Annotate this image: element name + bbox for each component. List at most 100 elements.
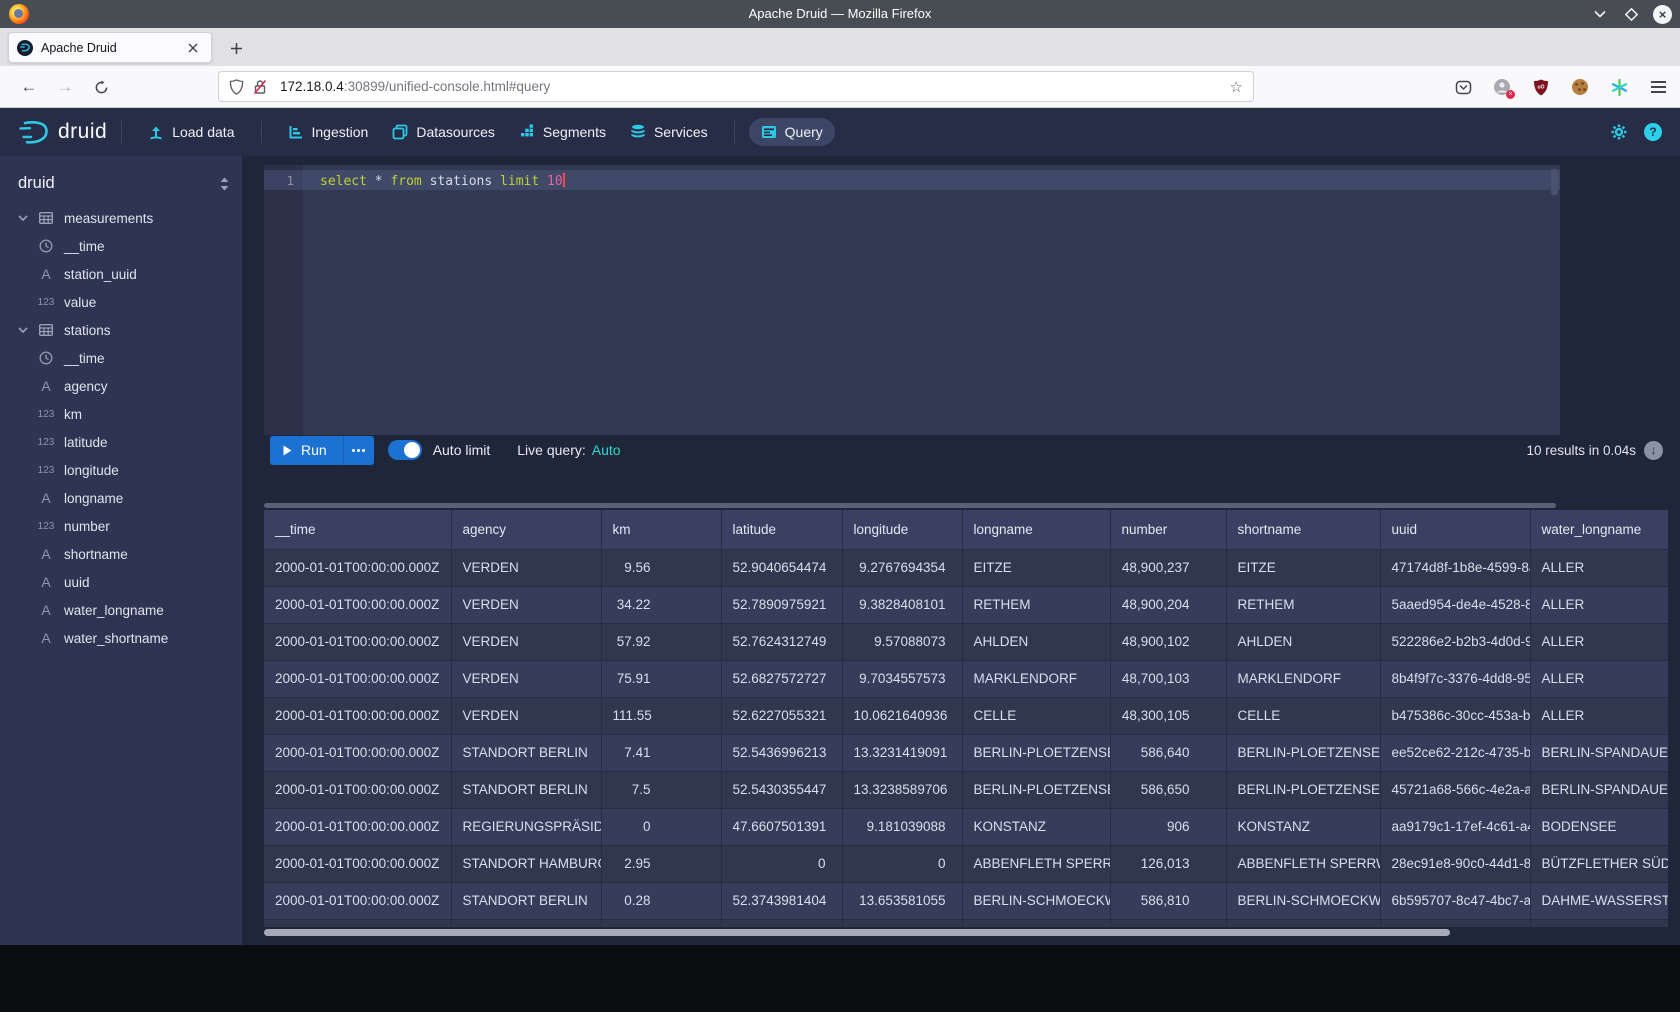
cell-agency[interactable]: REGIERUNGSPRÄSIDIUM — [451, 808, 601, 845]
cell-water-longname[interactable]: ALLER — [1530, 623, 1668, 660]
cell-water-longname[interactable]: ALLER — [1530, 697, 1668, 734]
cell-water-longname[interactable]: ALLER — [1530, 586, 1668, 623]
extension-asterisk-icon[interactable] — [1609, 77, 1629, 97]
shield-icon[interactable] — [229, 79, 244, 95]
schema-item-longname[interactable]: Alongname — [0, 484, 242, 512]
cell-shortname[interactable]: RETHEM — [1226, 586, 1380, 623]
download-icon[interactable]: ↓ — [1644, 441, 1663, 460]
column-header-water-longname[interactable]: water_longname — [1530, 510, 1668, 549]
column-header-longitude[interactable]: longitude — [842, 510, 962, 549]
tab-close-icon[interactable] — [183, 38, 203, 58]
cookie-icon[interactable] — [1570, 77, 1590, 97]
cell-shortname[interactable]: AHLDEN — [1226, 623, 1380, 660]
column-header-latitude[interactable]: latitude — [721, 510, 842, 549]
pocket-icon[interactable] — [1453, 77, 1473, 97]
schema-item-agency[interactable]: Aagency — [0, 372, 242, 400]
cell-water-longname[interactable]: BÜTZFLETHER SÜDERE — [1530, 845, 1668, 882]
cell---time[interactable]: 2000-01-01T00:00:00.000Z — [264, 808, 451, 845]
cell---time[interactable]: 2000-01-01T00:00:00.000Z — [264, 549, 451, 586]
cell-number[interactable]: 586,640 — [1110, 734, 1226, 771]
cell-uuid[interactable]: 6b595707-8c47-4bc7-a8 — [1380, 882, 1530, 919]
settings-gear-icon[interactable] — [1610, 123, 1628, 141]
cell-latitude[interactable]: 52.5430355447 — [721, 771, 842, 808]
cell-longname[interactable]: MARKLENDORF — [962, 660, 1110, 697]
column-header-km[interactable]: km — [601, 510, 721, 549]
cell-agency[interactable]: VERDEN — [451, 623, 601, 660]
run-more-button[interactable] — [343, 436, 374, 465]
cell-water-longname[interactable]: BERLIN-SPANDAUER-S — [1530, 771, 1668, 808]
cell-number[interactable]: 586,650 — [1110, 771, 1226, 808]
help-icon[interactable]: ? — [1644, 123, 1662, 141]
schema-item-shortname[interactable]: Ashortname — [0, 540, 242, 568]
cell-longitude[interactable]: 13.3231419091 — [842, 734, 962, 771]
cell-number[interactable]: 126,013 — [1110, 845, 1226, 882]
cell-shortname[interactable]: EITZE — [1226, 549, 1380, 586]
cell-longname[interactable]: RETHEM — [962, 586, 1110, 623]
cell-number[interactable]: 48,900,204 — [1110, 586, 1226, 623]
cell-longname[interactable]: BERLIN-PLOETZENSEE U — [962, 771, 1110, 808]
cell-uuid[interactable]: ee52ce62-212c-4735-b4 — [1380, 734, 1530, 771]
schema-item-uuid[interactable]: Auuid — [0, 568, 242, 596]
cell-shortname[interactable]: BERLIN-SCHMOECKWITZ — [1226, 882, 1380, 919]
cell-longname[interactable]: BERLIN-PLOETZENSEE C — [962, 734, 1110, 771]
cell-shortname[interactable]: BERLIN-PLOETZENSEE C — [1226, 734, 1380, 771]
cell-agency[interactable]: VERDEN — [451, 697, 601, 734]
column-header-agency[interactable]: agency — [451, 510, 601, 549]
column-header---time[interactable]: __time — [264, 510, 451, 549]
cell-latitude[interactable]: 52.6827572727 — [721, 660, 842, 697]
run-button[interactable]: Run — [270, 436, 343, 465]
schema-item-km[interactable]: 123km — [0, 400, 242, 428]
cell-latitude[interactable]: 0 — [721, 845, 842, 882]
cell-uuid[interactable]: b475386c-30cc-453a-b3 — [1380, 697, 1530, 734]
cell-water-longname[interactable]: BODENSEE — [1530, 808, 1668, 845]
cell---time[interactable]: 2000-01-01T00:00:00.000Z — [264, 771, 451, 808]
cell-uuid[interactable]: 8b4f9f7c-3376-4dd8-95c — [1380, 660, 1530, 697]
insecure-lock-icon[interactable] — [253, 79, 267, 95]
nav-item-load-data[interactable]: Load data — [136, 118, 246, 146]
cell-km[interactable]: 0 — [601, 808, 721, 845]
cell-longitude[interactable]: 9.2767694354 — [842, 549, 962, 586]
editor-scrollbar[interactable] — [1551, 169, 1558, 195]
cell---time[interactable]: 2000-01-01T00:00:00.000Z — [264, 882, 451, 919]
schema-item-water-shortname[interactable]: Awater_shortname — [0, 624, 242, 652]
cell-uuid[interactable]: 47174d8f-1b8e-4599-8a — [1380, 549, 1530, 586]
schema-item---time[interactable]: __time — [0, 232, 242, 260]
back-button[interactable]: ← — [16, 74, 42, 100]
menu-icon[interactable] — [1648, 77, 1668, 97]
cell-longname[interactable]: CELLE — [962, 697, 1110, 734]
cell-km[interactable]: 9.56 — [601, 549, 721, 586]
reload-button[interactable] — [88, 74, 114, 100]
horizontal-scrollbar[interactable] — [264, 929, 1450, 936]
cell-longitude[interactable]: 0 — [842, 845, 962, 882]
cell-km[interactable]: 7.5 — [601, 771, 721, 808]
cell---time[interactable]: 2000-01-01T00:00:00.000Z — [264, 660, 451, 697]
cell-latitude[interactable]: 52.5436996213 — [721, 734, 842, 771]
cell-longitude[interactable]: 13.653581055 — [842, 882, 962, 919]
forward-button[interactable]: → — [52, 74, 78, 100]
cell-shortname[interactable]: CELLE — [1226, 697, 1380, 734]
schema-item-water-longname[interactable]: Awater_longname — [0, 596, 242, 624]
cell-shortname[interactable]: ABBENFLETH SPERRWER — [1226, 845, 1380, 882]
cell-km[interactable]: 2.95 — [601, 845, 721, 882]
column-header-number[interactable]: number — [1110, 510, 1226, 549]
cell-latitude[interactable]: 52.7890975921 — [721, 586, 842, 623]
minimize-icon[interactable] — [1591, 5, 1609, 23]
column-header-shortname[interactable]: shortname — [1226, 510, 1380, 549]
bookmark-star-icon[interactable]: ☆ — [1230, 78, 1243, 96]
cell-number[interactable]: 906 — [1110, 808, 1226, 845]
cell-longitude[interactable]: 9.7034557573 — [842, 660, 962, 697]
column-header-uuid[interactable]: uuid — [1380, 510, 1530, 549]
cell---time[interactable]: 2000-01-01T00:00:00.000Z — [264, 586, 451, 623]
cell-water-longname[interactable]: ALLER — [1530, 549, 1668, 586]
cell-latitude[interactable]: 47.6607501391 — [721, 808, 842, 845]
cell---time[interactable]: 2000-01-01T00:00:00.000Z — [264, 845, 451, 882]
cell-shortname[interactable]: MARKLENDORF — [1226, 660, 1380, 697]
nav-item-datasources[interactable]: Datasources — [380, 118, 507, 146]
cell-longitude[interactable]: 9.181039088 — [842, 808, 962, 845]
schema-item-latitude[interactable]: 123latitude — [0, 428, 242, 456]
cell-shortname[interactable]: KONSTANZ — [1226, 808, 1380, 845]
close-icon[interactable]: × — [1653, 5, 1672, 24]
cell-number[interactable]: 48,700,103 — [1110, 660, 1226, 697]
cell-agency[interactable]: STANDORT HAMBURG — [451, 845, 601, 882]
schema-item-stations[interactable]: stations — [0, 316, 242, 344]
